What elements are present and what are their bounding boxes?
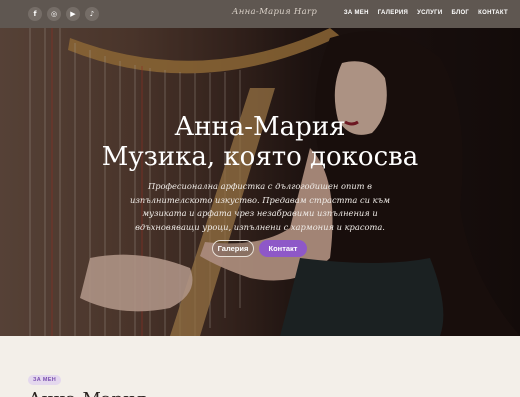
about-heading: Анна-Мария xyxy=(28,389,146,397)
hero-description: Професионална арфистка с дългогодишен оп… xyxy=(130,181,390,232)
nav-item-blog[interactable]: БЛОГ xyxy=(451,10,469,16)
top-navigation-bar: f ◎ ▶ ♪ Анна-Мария Harp ЗА МЕН ГАЛЕРИЯ У… xyxy=(0,0,520,28)
youtube-icon[interactable]: ▶ xyxy=(66,7,80,21)
nav-item-services[interactable]: УСЛУГИ xyxy=(417,10,442,16)
nav-item-gallery[interactable]: ГАЛЕРИЯ xyxy=(378,10,408,16)
main-nav: ЗА МЕН ГАЛЕРИЯ УСЛУГИ БЛОГ КОНТАКТ xyxy=(344,10,508,16)
hero-title-tagline: Музика, която докосва xyxy=(101,142,419,172)
site-logo[interactable]: Анна-Мария Harp xyxy=(232,7,317,17)
facebook-icon[interactable]: f xyxy=(28,7,42,21)
instagram-icon[interactable]: ◎ xyxy=(47,7,61,21)
nav-item-about[interactable]: ЗА МЕН xyxy=(344,10,369,16)
gallery-button[interactable]: Галерия xyxy=(212,240,254,257)
nav-item-contact[interactable]: КОНТАКТ xyxy=(478,10,508,16)
contact-button[interactable]: Контакт xyxy=(259,240,307,257)
social-links: f ◎ ▶ ♪ xyxy=(28,7,99,21)
tiktok-icon[interactable]: ♪ xyxy=(85,7,99,21)
hero-section: Анна-Мария Музика, която докосва Професи… xyxy=(0,28,520,336)
section-badge-about: ЗА МЕН xyxy=(28,375,61,385)
hero-title-name: Анна-Мария xyxy=(174,112,346,142)
